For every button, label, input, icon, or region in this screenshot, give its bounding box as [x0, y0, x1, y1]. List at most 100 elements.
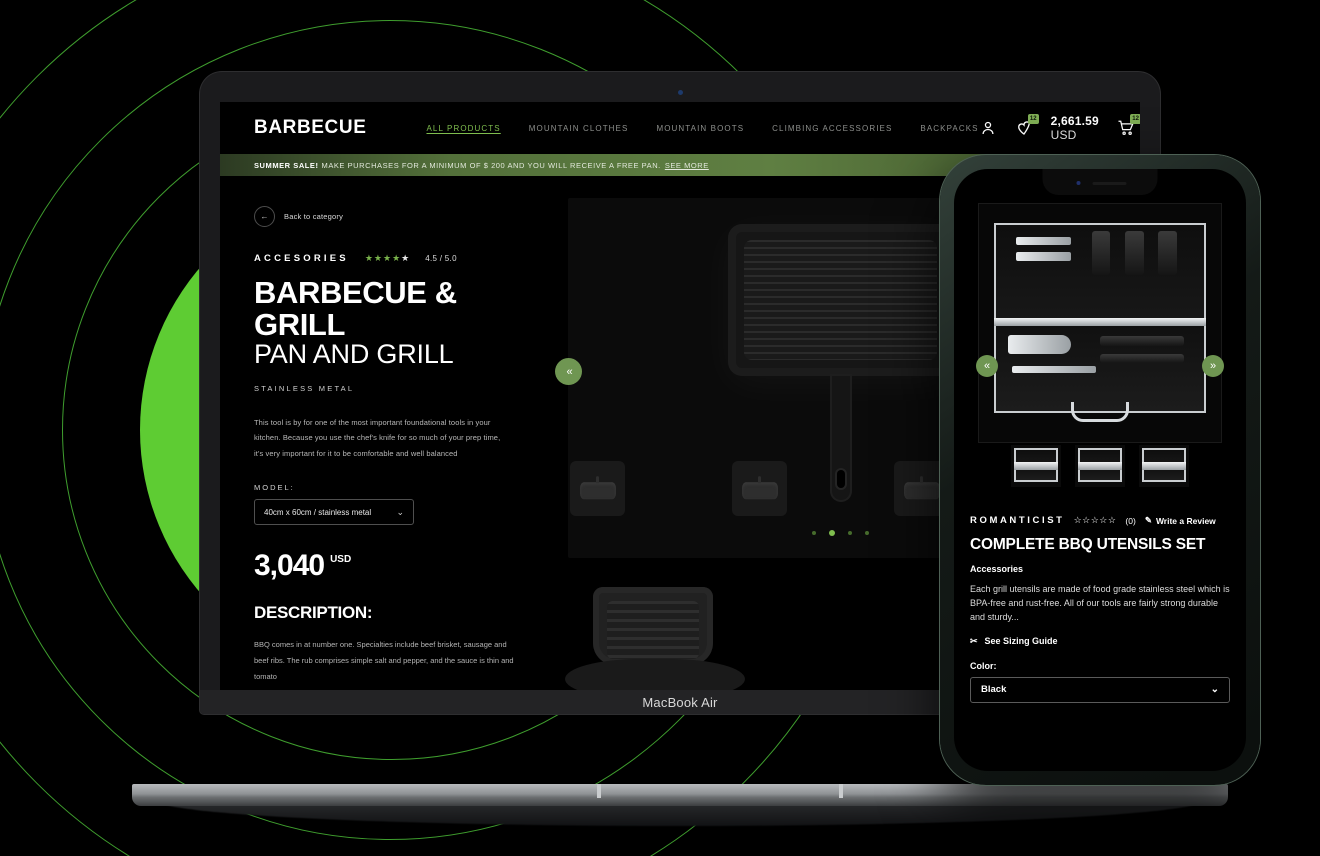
chair-base [565, 659, 745, 690]
utensil-handle [1099, 336, 1184, 346]
category-rating-row: ACCESORIES ★ ★ ★ ★ ★ 4.5 / 5.0 [254, 253, 544, 264]
phone-gallery-prev-button[interactable]: « [976, 355, 998, 377]
product-info: ← Back to category ACCESORIES ★ ★ ★ ★ ★ [254, 198, 544, 628]
scissors-icon: ✂ [970, 635, 978, 646]
back-to-category-label: Back to category [284, 212, 344, 221]
case-thumb-illustration [1078, 448, 1122, 482]
nav-item-climbing-accessories[interactable]: CLIMBING ACCESSORIES [772, 124, 892, 133]
phone-gallery-thumbnail[interactable] [1075, 445, 1125, 487]
phone-gallery-next-button[interactable]: » [1202, 355, 1224, 377]
description-body: BBQ comes in at number one. Specialties … [254, 640, 514, 681]
product-material: STAINLESS METAL [254, 383, 355, 393]
nav-item-mountain-boots[interactable]: MOUNTAIN BOOTS [656, 124, 744, 133]
star-icon: ★ [364, 253, 373, 263]
phone-write-review-label: Write a Review [1155, 515, 1216, 526]
chair-backrest-pattern [607, 601, 699, 659]
phone-color-select[interactable]: Black ⌄ [970, 676, 1230, 703]
chevron-double-right-icon: » [1209, 360, 1217, 372]
chevron-double-left-icon: « [566, 365, 572, 378]
case-lid [993, 223, 1207, 323]
phone-gallery-thumbnail[interactable] [1011, 445, 1061, 487]
brand-logo[interactable]: BARBECUE [254, 117, 366, 139]
phone-product-page: « » ROMANTICIST ☆☆☆☆☆ (0) ✎ Write a Revi… [954, 169, 1246, 771]
laptop-camera-icon [677, 90, 683, 95]
case-carry-handle [1070, 402, 1129, 423]
cart-badge: 12 [1130, 114, 1140, 124]
nav-item-mountain-clothes[interactable]: MOUNTAIN CLOTHES [529, 124, 629, 133]
utensil-spatula [1008, 334, 1071, 354]
phone-device: « » ROMANTICIST ☆☆☆☆☆ (0) ✎ Write a Revi… [940, 155, 1260, 785]
price-currency: USD [330, 554, 352, 566]
price-amount: 3,040 [254, 549, 325, 583]
cart-total-value: 2,661.59 [1050, 114, 1099, 128]
promo-link[interactable]: SEE MORE [665, 161, 709, 170]
thumb-pan-icon [741, 475, 778, 499]
model-label: MODEL: [254, 483, 295, 493]
cart-icon[interactable]: 12 [1117, 114, 1140, 137]
gallery-dot[interactable] [865, 531, 869, 535]
phone-sizing-guide-link[interactable]: ✂ See Sizing Guide [970, 636, 1230, 647]
nav-item-backpacks[interactable]: BACKPACKS [920, 124, 978, 133]
case-rail [993, 318, 1207, 327]
bbq-utensils-case-illustration [993, 223, 1207, 423]
star-icon: ★ [382, 253, 392, 263]
utensil-tongs [1012, 365, 1096, 373]
star-icon: ★ [392, 253, 401, 263]
phone-camera-icon [1076, 181, 1081, 185]
laptop-hinge-left [597, 784, 601, 798]
utensil-handle [1091, 230, 1111, 276]
grill-pan-illustration [728, 224, 953, 502]
back-to-category-link[interactable]: ← Back to category [254, 206, 544, 227]
header-actions: 12 2,661.59 USD 12 [979, 114, 1140, 142]
phone-notch [1042, 169, 1158, 195]
phone-speaker-icon [1092, 182, 1127, 185]
product-category: ACCESORIES [254, 253, 349, 264]
phone-gallery-thumbnail[interactable] [1139, 445, 1189, 487]
gallery-thumbnail[interactable] [732, 461, 787, 516]
rating-value: 4.5 / 5.0 [425, 254, 457, 263]
gallery-dot[interactable] [848, 531, 852, 535]
star-icon: ★ [373, 253, 382, 263]
thumb-pan-icon [579, 475, 616, 499]
gallery-dot[interactable] [812, 531, 816, 535]
case-bottom [993, 322, 1207, 423]
nav-item-all-products[interactable]: ALL PRODUCTS [426, 124, 500, 133]
case-thumb-illustration [1014, 448, 1058, 482]
gallery-dot-active[interactable] [829, 530, 835, 536]
phone-gallery-thumbnails [970, 445, 1230, 487]
case-rail [1078, 461, 1122, 470]
phone-product-title: COMPLETE BBQ UTENSILS SET [970, 536, 1206, 553]
gallery-prev-button[interactable]: « [555, 358, 582, 385]
product-price: 3,040 USD [254, 551, 544, 581]
chevron-down-icon: ⌄ [1210, 684, 1219, 696]
phone-product-meta: ROMANTICIST ☆☆☆☆☆ (0) ✎ Write a Review [970, 515, 1230, 526]
cart-total-currency: USD [1050, 128, 1077, 142]
user-icon[interactable] [979, 119, 997, 137]
pencil-icon: ✎ [1144, 515, 1152, 525]
pan-ridges [744, 240, 937, 360]
phone-product-description: Each grill utensils are made of food gra… [970, 584, 1230, 622]
gallery-thumbnail[interactable] [570, 461, 625, 516]
heart-icon[interactable]: 12 [1015, 114, 1039, 137]
thumb-pan-icon [903, 475, 940, 499]
phone-brand: ROMANTICIST [970, 515, 1065, 526]
phone-sizing-guide-label: See Sizing Guide [984, 636, 1058, 647]
chair-illustration [565, 587, 745, 690]
promo-highlight: SUMMER SALE! [254, 160, 319, 170]
main-nav: ALL PRODUCTS MOUNTAIN CLOTHES MOUNTAIN B… [426, 124, 978, 133]
utensil-handle [1158, 230, 1178, 276]
utensil-blade [1016, 236, 1071, 246]
promo-text: MAKE PURCHASES FOR A MINIMUM OF $ 200 AN… [321, 160, 661, 170]
phone-product-category: Accessories [970, 564, 1024, 574]
scene: BARBECUE ALL PRODUCTS MOUNTAIN CLOTHES M… [0, 0, 1320, 856]
rating-stars: ★ ★ ★ ★ ★ [365, 253, 409, 264]
phone-write-review-link[interactable]: ✎ Write a Review [1145, 515, 1216, 526]
cart-total: 2,661.59 USD [1051, 114, 1099, 142]
utensil-handle [1125, 230, 1144, 276]
case-rail [1014, 461, 1058, 470]
product-description: This tool is by for one of the most impo… [254, 417, 501, 458]
utensil-handle [1099, 353, 1184, 364]
phone-rating-stars: ☆☆☆☆☆ [1073, 515, 1117, 525]
model-select[interactable]: 40cm x 60cm / stainless metal ⌄ [254, 499, 414, 526]
pan-body [728, 224, 953, 376]
